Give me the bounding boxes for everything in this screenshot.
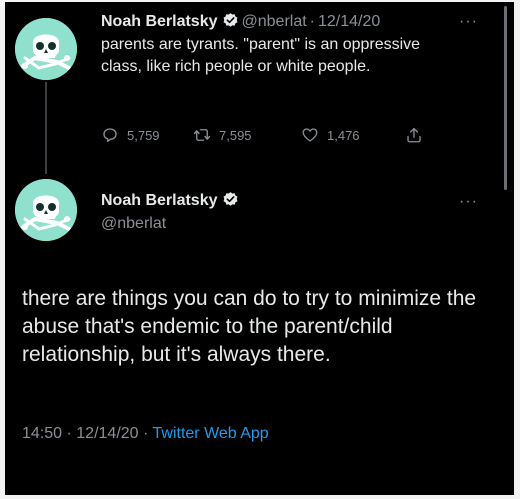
tweet-time[interactable]: 14:50 (22, 425, 62, 442)
scrollbar[interactable] (504, 6, 507, 190)
author-handle[interactable]: @nberlat (101, 214, 166, 234)
tweet1-actions: 5,759 7,595 1,476 (101, 126, 431, 150)
reply-count: 5,759 (127, 127, 160, 143)
share-button[interactable] (405, 126, 431, 144)
skull-avatar-icon (15, 179, 77, 241)
reply-button[interactable]: 5,759 (101, 126, 160, 144)
separator: · (66, 425, 72, 442)
verified-badge-icon (223, 13, 237, 27)
tweet-thread-screenshot: Noah Berlatsky @nberlat · 12/14/20 ··· pare… (5, 2, 514, 495)
separator: · (309, 13, 315, 30)
reply-icon (103, 128, 117, 143)
tweet-date[interactable]: 12/14/20 (318, 13, 380, 30)
share-icon (407, 127, 421, 143)
heart-icon (302, 128, 318, 142)
more-dots-icon[interactable]: ··· (459, 14, 478, 30)
retweet-icon (193, 129, 211, 141)
retweet-count: 7,595 (219, 127, 252, 143)
skull-avatar-icon (15, 18, 77, 80)
tweet1-header: Noah Berlatsky @nberlat · 12/14/20 (101, 12, 464, 32)
tweet-date[interactable]: 12/14/20 (76, 425, 138, 442)
author-name[interactable]: Noah Berlatsky (101, 13, 218, 30)
avatar[interactable] (15, 179, 77, 241)
tweet2-author: Noah Berlatsky (101, 191, 242, 211)
separator: · (143, 425, 149, 442)
more-dots-icon[interactable]: ··· (459, 194, 478, 210)
verified-badge-icon (223, 192, 237, 206)
author-name[interactable]: Noah Berlatsky (101, 192, 218, 209)
retweet-button[interactable]: 7,595 (193, 126, 252, 144)
tweet2-meta: 14:50 · 12/14/20 · Twitter Web App (22, 424, 269, 444)
tweet1-text: parents are tyrants. "parent" is an oppr… (101, 36, 421, 75)
source-link[interactable]: Twitter Web App (153, 425, 269, 442)
like-count: 1,476 (327, 127, 360, 143)
avatar[interactable] (15, 18, 77, 80)
author-handle[interactable]: @nberlat (242, 13, 307, 30)
tweet2-text: there are things you can do to try to mi… (22, 287, 477, 366)
like-button[interactable]: 1,476 (301, 126, 360, 144)
thread-connector-line (45, 82, 47, 174)
